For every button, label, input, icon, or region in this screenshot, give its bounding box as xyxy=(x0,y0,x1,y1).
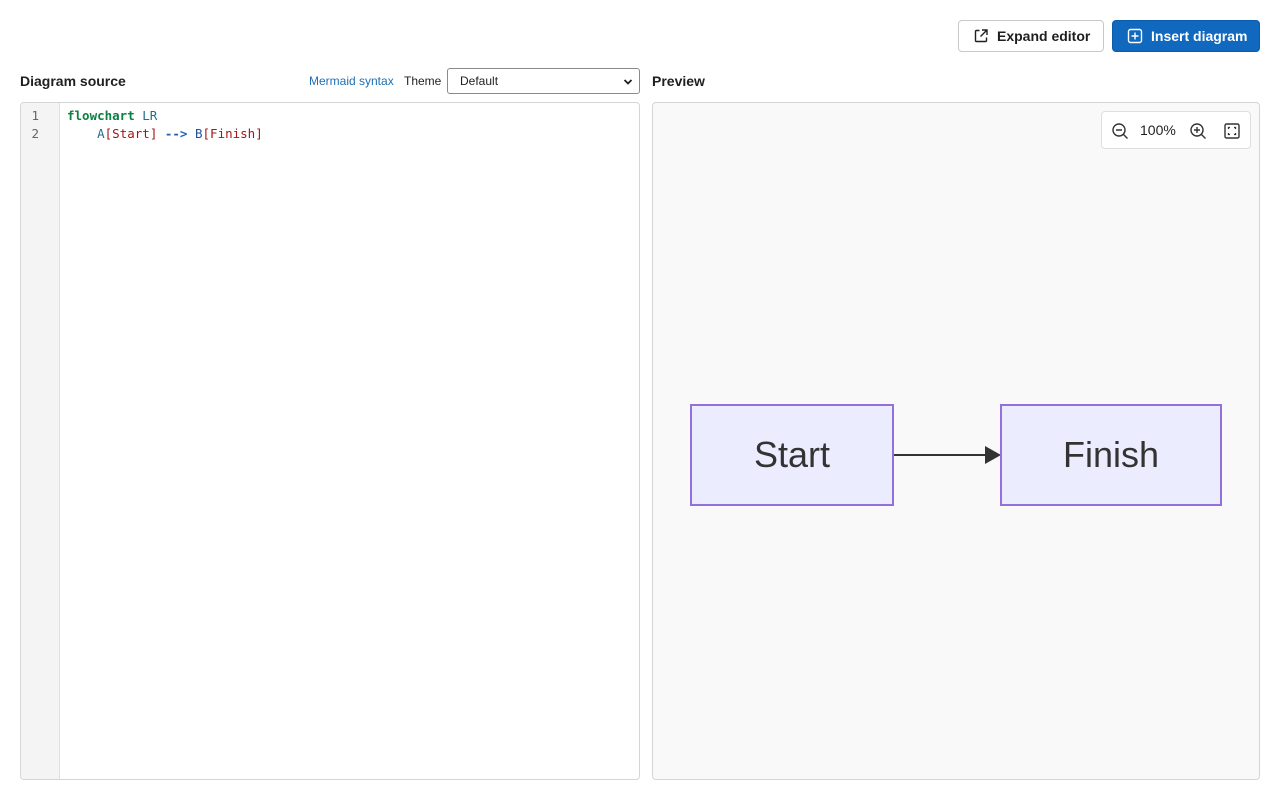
diagram-edge-arrow xyxy=(894,446,1001,464)
expand-editor-button[interactable]: Expand editor xyxy=(958,20,1104,52)
expand-editor-label: Expand editor xyxy=(997,28,1091,44)
preview-title: Preview xyxy=(652,73,705,89)
insert-diagram-label: Insert diagram xyxy=(1151,28,1248,44)
code-token-bracket: ] xyxy=(149,126,158,141)
code-token-node-id: A xyxy=(97,126,105,141)
plus-square-icon xyxy=(1127,28,1143,44)
code-token-arrow: --> xyxy=(164,126,188,141)
code-token-direction: LR xyxy=(142,108,158,123)
code-token-node-text: Start xyxy=(112,126,150,141)
zoom-out-icon[interactable] xyxy=(1110,121,1130,141)
code-line: A[Start] --> B[Finish] xyxy=(67,126,263,141)
external-link-icon xyxy=(974,29,988,43)
chevron-down-icon xyxy=(623,79,633,85)
zoom-toolbar: 100% xyxy=(1101,111,1251,149)
diagram-node-finish: Finish xyxy=(1000,404,1222,506)
diagram-node-start: Start xyxy=(690,404,894,506)
code-token-node-text: Finish xyxy=(210,126,256,141)
diagram-source-title: Diagram source xyxy=(20,73,126,89)
code-token-bracket: ] xyxy=(255,126,263,141)
line-number: 1 xyxy=(31,108,39,123)
theme-select[interactable]: Default xyxy=(447,68,640,94)
diagram-node-label: Finish xyxy=(1062,434,1160,475)
mermaid-syntax-link[interactable]: Mermaid syntax xyxy=(309,74,394,88)
code-editor[interactable]: 1 2 flowchart LR A[Start] --> B[Finish] xyxy=(20,102,640,780)
insert-diagram-button[interactable]: Insert diagram xyxy=(1112,20,1260,52)
preview-canvas[interactable]: 100% Start Finish xyxy=(652,102,1260,780)
zoom-in-icon[interactable] xyxy=(1188,121,1208,141)
line-number-gutter: 1 2 xyxy=(21,103,60,779)
fit-to-screen-icon[interactable] xyxy=(1222,121,1242,141)
code-token-keyword: flowchart xyxy=(67,108,135,123)
line-number: 2 xyxy=(31,126,39,141)
zoom-level: 100% xyxy=(1140,122,1176,138)
theme-label: Theme xyxy=(404,74,442,88)
code-token-node-id: B xyxy=(194,126,203,141)
diagram-node-label: Start xyxy=(753,434,831,475)
code-token-bracket: [ xyxy=(202,126,211,141)
theme-select-value: Default xyxy=(460,74,499,88)
code-line: flowchart LR xyxy=(67,108,157,123)
